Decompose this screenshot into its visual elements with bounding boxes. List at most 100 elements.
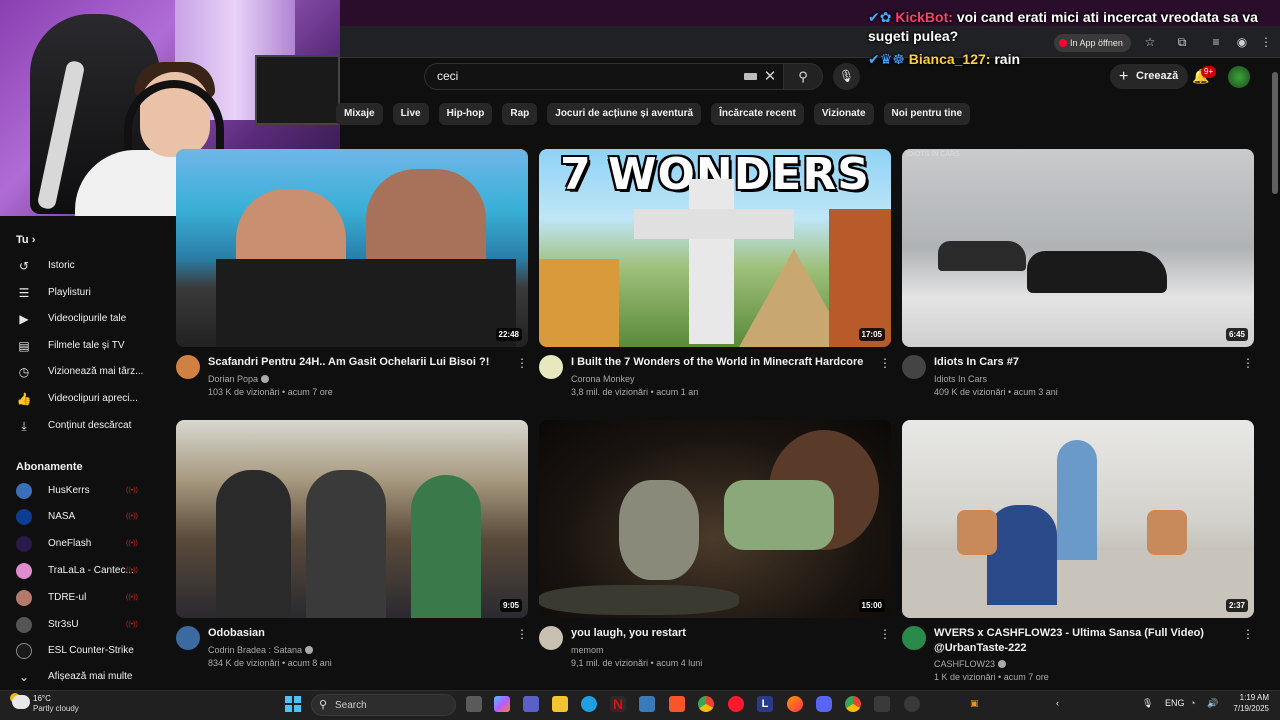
verified-icon	[998, 660, 1007, 668]
video-channel[interactable]: memom	[571, 645, 604, 655]
channel-avatar[interactable]	[539, 355, 563, 379]
sidebar-sub-oneflash[interactable]: OneFlash ((•))	[0, 531, 158, 557]
photos-icon[interactable]	[639, 696, 655, 712]
file-explorer-icon[interactable]	[552, 696, 568, 712]
video-channel[interactable]: CASHFLOW23	[934, 659, 1007, 669]
obs-icon[interactable]	[904, 696, 920, 712]
sidebar-item-liked-videos[interactable]: 👍 Videoclipuri apreci...	[0, 386, 158, 412]
thumbs-up-icon: 👍	[16, 392, 32, 406]
app-g-icon[interactable]	[874, 696, 890, 712]
video-title[interactable]: Idiots In Cars #7	[934, 355, 1234, 370]
video-channel[interactable]: Codrin Bradea : Satana	[208, 645, 314, 655]
taskbar-search[interactable]: ⚲ Search	[311, 694, 456, 716]
more-options-icon[interactable]: ⋮	[1242, 355, 1254, 371]
clock-time[interactable]: 1:19 AM	[1237, 693, 1269, 702]
more-options-icon[interactable]: ⋮	[516, 355, 528, 371]
chip-action-games[interactable]: Jocuri de acțiune și aventură	[547, 103, 702, 125]
discord-icon[interactable]	[816, 696, 832, 712]
sidebar-item-history[interactable]: ↺ Istoric	[0, 253, 158, 279]
teams-icon[interactable]	[523, 696, 539, 712]
more-options-icon[interactable]: ⋮	[879, 626, 891, 642]
more-options-icon[interactable]: ⋮	[516, 626, 528, 642]
tray-chevron-icon[interactable]: ‹	[1056, 698, 1059, 708]
channel-avatar[interactable]	[902, 355, 926, 379]
chip-hip-hop[interactable]: Hip-hop	[438, 103, 493, 125]
volume-icon[interactable]: 🔊	[1207, 698, 1218, 709]
chip-watched[interactable]: Vizionate	[813, 103, 874, 125]
sidebar-sub-str3su[interactable]: Str3sU ((•))	[0, 612, 158, 638]
video-title[interactable]: Odobasian	[208, 626, 508, 641]
sidebar-item-downloads[interactable]: ⤓ Conținut descărcat	[0, 413, 158, 439]
video-thumbnail[interactable]: 22:48	[176, 149, 528, 347]
netflix-icon[interactable]: N	[610, 696, 626, 712]
chip-recently-uploaded[interactable]: Încărcate recent	[711, 103, 804, 125]
video-thumbnail[interactable]: IDIOTS IN CARS 6:45	[902, 149, 1254, 347]
live-indicator-icon: ((•))	[126, 540, 138, 547]
screen: In App öffnen ☆ ⧉ ≡ ◉ ⋮ ✔✿ KickBot: voi …	[0, 0, 1280, 720]
firefox-icon[interactable]	[787, 696, 803, 712]
sidebar-sub-esl-cs[interactable]: ESL Counter-Strike	[0, 638, 158, 664]
language-indicator[interactable]: ENG	[1165, 698, 1185, 708]
sidebar-item-playlists[interactable]: ☰ Playlisturi	[0, 280, 158, 306]
live-indicator-icon: ((•))	[126, 513, 138, 520]
task-view-icon[interactable]	[466, 696, 482, 712]
channel-avatar[interactable]	[176, 626, 200, 650]
video-thumbnail[interactable]: 2:37	[902, 420, 1254, 618]
edge-icon[interactable]	[581, 696, 597, 712]
video-thumbnail[interactable]: 9:05	[176, 420, 528, 618]
windows-start-icon[interactable]	[285, 696, 301, 712]
more-options-icon[interactable]: ⋮	[1242, 626, 1254, 642]
wifi-icon[interactable]: ◔	[1190, 698, 1195, 708]
video-title[interactable]: I Built the 7 Wonders of the World in Mi…	[571, 355, 871, 370]
create-button[interactable]: + Creează	[1110, 64, 1189, 89]
search-input[interactable]: ceci	[424, 63, 784, 90]
video-thumbnail[interactable]: 7 WONDERS 17:05	[539, 149, 891, 347]
search-button[interactable]: ⚲	[783, 63, 823, 90]
video-duration: 22:48	[495, 328, 522, 341]
opera-icon[interactable]	[728, 696, 744, 712]
sidebar-item-movies-tv[interactable]: ▤ Filmele tale și TV	[0, 333, 158, 359]
microphone-tray-icon[interactable]: 🎙	[1142, 698, 1153, 709]
video-title[interactable]: you laugh, you restart	[571, 626, 871, 641]
thumbnail-watermark: IDIOTS IN CARS	[906, 151, 960, 158]
more-options-icon[interactable]: ⋮	[879, 355, 891, 371]
video-duration: 15:00	[858, 599, 885, 612]
clear-search-icon[interactable]: ✕	[760, 67, 780, 87]
channel-avatar	[16, 563, 32, 579]
chip-mixes[interactable]: Mixaje	[336, 103, 383, 125]
brave-icon[interactable]	[669, 696, 685, 712]
account-avatar[interactable]	[1228, 66, 1250, 88]
chip-new-to-you[interactable]: Noi pentru tine	[883, 103, 971, 125]
sidebar-sub-tralala[interactable]: TraLaLa - Cantec... ((•))	[0, 558, 158, 584]
sidebar-show-more[interactable]: ⌄ Afișează mai multe	[0, 664, 158, 690]
video-channel[interactable]: Corona Monkey	[571, 374, 635, 384]
video-title[interactable]: WVERS x CASHFLOW23 - Ultima Sansa (Full …	[934, 626, 1234, 656]
keyboard-icon[interactable]	[744, 73, 757, 80]
scrollbar-thumb[interactable]	[1272, 72, 1278, 194]
channel-avatar[interactable]	[902, 626, 926, 650]
sidebar-item-watch-later[interactable]: ◷ Vizionează mai târz...	[0, 359, 158, 385]
launcher-l-icon[interactable]: L	[757, 696, 773, 712]
video-channel[interactable]: Dorian Popa	[208, 374, 270, 384]
sidebar-item-your-videos[interactable]: ▶ Videoclipurile tale	[0, 306, 158, 332]
video-thumbnail[interactable]: 15:00	[539, 420, 891, 618]
sidebar-sub-tdre[interactable]: TDRE-ul ((•))	[0, 585, 158, 611]
video-title[interactable]: Scafandri Pentru 24H.. Am Gasit Ochelari…	[208, 355, 508, 370]
channel-avatar[interactable]	[539, 626, 563, 650]
tray-app-icon[interactable]: ▣	[970, 698, 979, 709]
copilot-icon[interactable]	[494, 696, 510, 712]
sidebar-sub-nasa[interactable]: NASA ((•))	[0, 504, 158, 530]
video-channel[interactable]: Idiots In Cars	[934, 374, 987, 384]
weather-temperature: 16°C	[33, 694, 51, 703]
chrome-icon[interactable]	[698, 696, 714, 712]
chip-rap[interactable]: Rap	[502, 103, 538, 125]
weather-cloud-icon[interactable]	[12, 695, 30, 709]
voice-search-button[interactable]: 🎙	[833, 63, 860, 90]
channel-avatar[interactable]	[176, 355, 200, 379]
sidebar-sub-huskerrs[interactable]: HusKerrs ((•))	[0, 478, 158, 504]
playlist-icon: ☰	[18, 286, 30, 300]
sidebar-you-heading[interactable]: Tu ›	[16, 234, 35, 246]
chrome-profile-icon[interactable]	[845, 696, 861, 712]
chip-live[interactable]: Live	[392, 103, 429, 125]
clock-date[interactable]: 7/19/2025	[1227, 704, 1269, 713]
